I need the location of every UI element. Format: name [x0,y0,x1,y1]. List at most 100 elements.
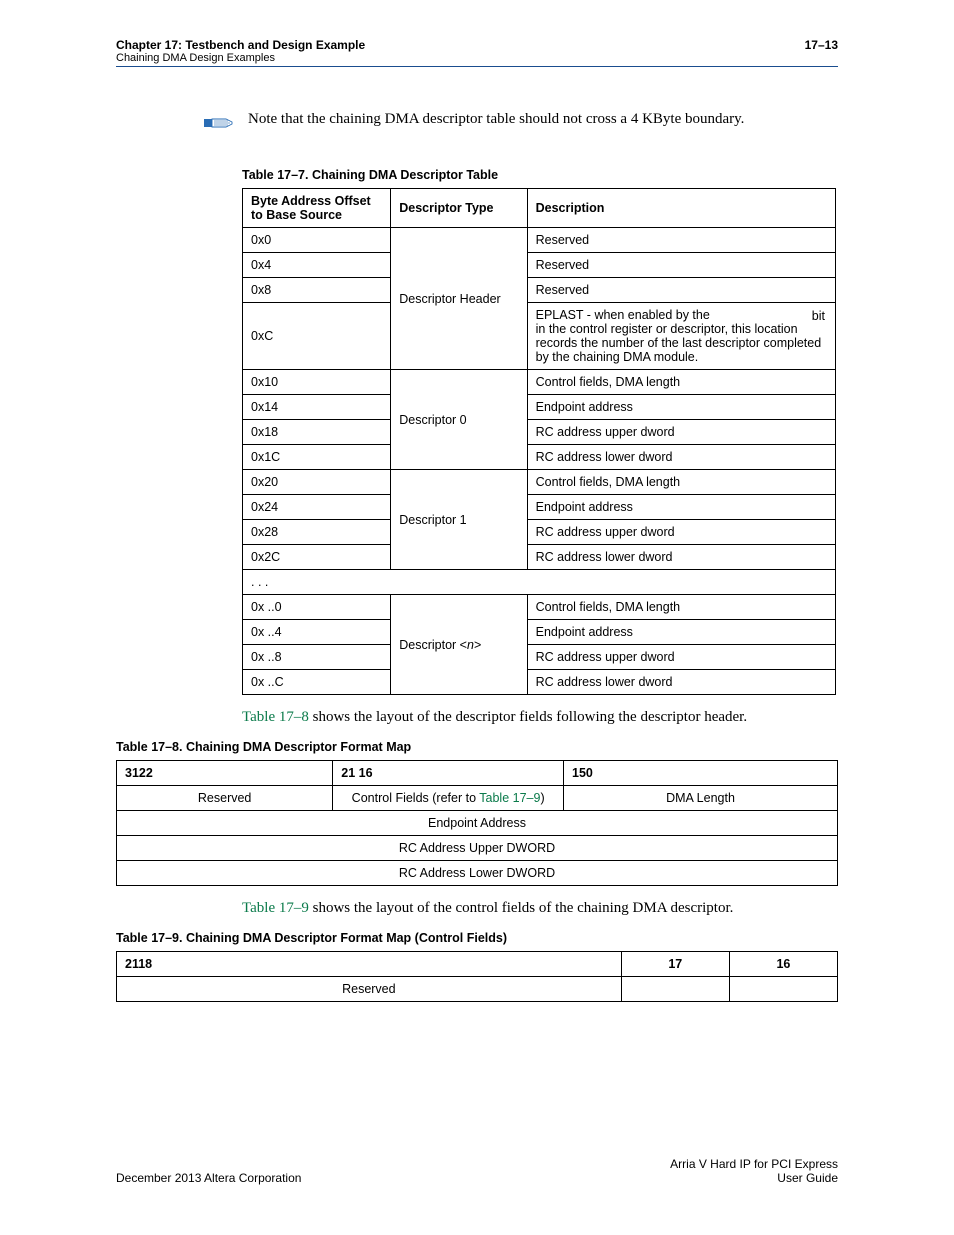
table-row: 0x ..0 Descriptor <n> Control fields, DM… [243,595,836,620]
cell-offset: 0x24 [243,495,391,520]
note-text: Note that the chaining DMA descriptor ta… [248,111,744,128]
cell-control-fields: Control Fields (refer to Table 17–9) [333,786,564,811]
cell-type: Descriptor 0 [391,370,527,470]
cell-desc: RC address lower dword [527,445,835,470]
cell-desc: Reserved [527,228,835,253]
table-row: 0x24 Endpoint address [243,495,836,520]
cell-ellipsis: . . . [243,570,836,595]
cell-desc: RC address lower dword [527,545,835,570]
table-row: 0x ..4 Endpoint address [243,620,836,645]
table-17-8: 3122 21 16 150 Reserved Control Fields (… [116,760,838,886]
col-type: Descriptor Type [391,189,527,228]
col-1: 2118 [117,952,622,977]
table-row: 0x14 Endpoint address [243,395,836,420]
cell-desc: RC address upper dword [527,520,835,545]
page-header: Chapter 17: Testbench and Design Example… [116,38,838,67]
footer-left: December 2013 Altera Corporation [116,1171,301,1185]
table-row: RC Address Lower DWORD [117,861,838,886]
table-17-7: Byte Address Offset to Base Source Descr… [242,188,836,695]
chapter-title: Chapter 17: Testbench and Design Example [116,38,365,52]
table-row: Reserved Control Fields (refer to Table … [117,786,838,811]
cell-offset: 0x18 [243,420,391,445]
cell-offset: 0x4 [243,253,391,278]
cell-offset: 0x14 [243,395,391,420]
table7-caption: Table 17–7. Chaining DMA Descriptor Tabl… [242,168,838,182]
eplast-bit: bit [812,309,825,323]
paragraph-2: Table 17–9 shows the layout of the contr… [242,900,838,917]
header-left: Chapter 17: Testbench and Design Example… [116,38,365,64]
page-number: 17–13 [805,38,838,52]
cell-desc: RC address lower dword [527,670,835,695]
cell-desc: RC address upper dword [527,645,835,670]
table-row: 0x28 RC address upper dword [243,520,836,545]
paragraph-1: Table 17–8 shows the layout of the descr… [242,709,838,726]
cell-type: Descriptor <n> [391,595,527,695]
eplast-main: EPLAST - when enabled by the [536,308,710,322]
desc-n-post: > [474,638,481,652]
table-header-row: Byte Address Offset to Base Source Descr… [243,189,836,228]
table-row: 0x ..8 RC address upper dword [243,645,836,670]
ctrl-post: ) [540,791,544,805]
cell-desc: Reserved [527,278,835,303]
cell-offset: 0x ..4 [243,620,391,645]
table-9-link[interactable]: Table 17–9 [479,791,540,805]
cell-offset: 0x10 [243,370,391,395]
cell-reserved: Reserved [117,786,333,811]
cell-empty [729,977,837,1002]
para2-rest: shows the layout of the control fields o… [309,900,734,916]
table-header-row: 3122 21 16 150 [117,761,838,786]
table-row: 0x18 RC address upper dword [243,420,836,445]
table-row: 0x8 Reserved [243,278,836,303]
desc-n-pre: Descriptor < [399,638,467,652]
table-row-ellipsis: . . . [243,570,836,595]
table-row: 0x0 Descriptor Header Reserved [243,228,836,253]
cell-desc: Endpoint address [527,620,835,645]
table-9-link-2[interactable]: Table 17–9 [242,900,309,916]
table-row: 0x4 Reserved [243,253,836,278]
ctrl-pre: Control Fields (refer to [352,791,480,805]
cell-dma-length: DMA Length [564,786,838,811]
cell-offset: 0x2C [243,545,391,570]
footer-product: Arria V Hard IP for PCI Express [670,1157,838,1171]
cell-desc: RC address upper dword [527,420,835,445]
cell-desc: Endpoint address [527,495,835,520]
footer-guide: User Guide [670,1171,838,1185]
cell-type: Descriptor 1 [391,470,527,570]
chapter-subtitle: Chaining DMA Design Examples [116,52,365,64]
table-row: 0x2C RC address lower dword [243,545,836,570]
cell-offset: 0x1C [243,445,391,470]
table-row: 0x20 Descriptor 1 Control fields, DMA le… [243,470,836,495]
col-2: 21 16 [333,761,564,786]
footer-right: Arria V Hard IP for PCI Express User Gui… [670,1157,838,1185]
table-row: 0x ..C RC address lower dword [243,670,836,695]
cell-ep: Endpoint Address [117,811,838,836]
cell-offset: 0x0 [243,228,391,253]
table-row: Reserved [117,977,838,1002]
col-2: 17 [621,952,729,977]
col-desc: Description [527,189,835,228]
cell-offset: 0x8 [243,278,391,303]
para1-rest: shows the layout of the descriptor field… [309,709,747,725]
table-row: RC Address Upper DWORD [117,836,838,861]
page-footer: December 2013 Altera Corporation Arria V… [116,1157,838,1185]
col-3: 16 [729,952,837,977]
col-offset: Byte Address Offset to Base Source [243,189,391,228]
cell-offset: 0x20 [243,470,391,495]
eplast-rest: in the control register or descriptor, t… [536,322,822,364]
col-3: 150 [564,761,838,786]
table-17-9: 2118 17 16 Reserved [116,951,838,1002]
cell-offset: 0x ..0 [243,595,391,620]
cell-upper: RC Address Upper DWORD [117,836,838,861]
cell-offset: 0x28 [243,520,391,545]
cell-desc: Control fields, DMA length [527,470,835,495]
table-row: 0x10 Descriptor 0 Control fields, DMA le… [243,370,836,395]
cell-type: Descriptor Header [391,228,527,370]
cell-offset: 0xC [243,303,391,370]
table-8-link[interactable]: Table 17–8 [242,709,309,725]
pointing-hand-icon [204,114,234,132]
col-1: 3122 [117,761,333,786]
desc-n-n: n [467,638,474,652]
table-header-row: 2118 17 16 [117,952,838,977]
table-row: 0xC EPLAST - when enabled by the bit in … [243,303,836,370]
cell-lower: RC Address Lower DWORD [117,861,838,886]
